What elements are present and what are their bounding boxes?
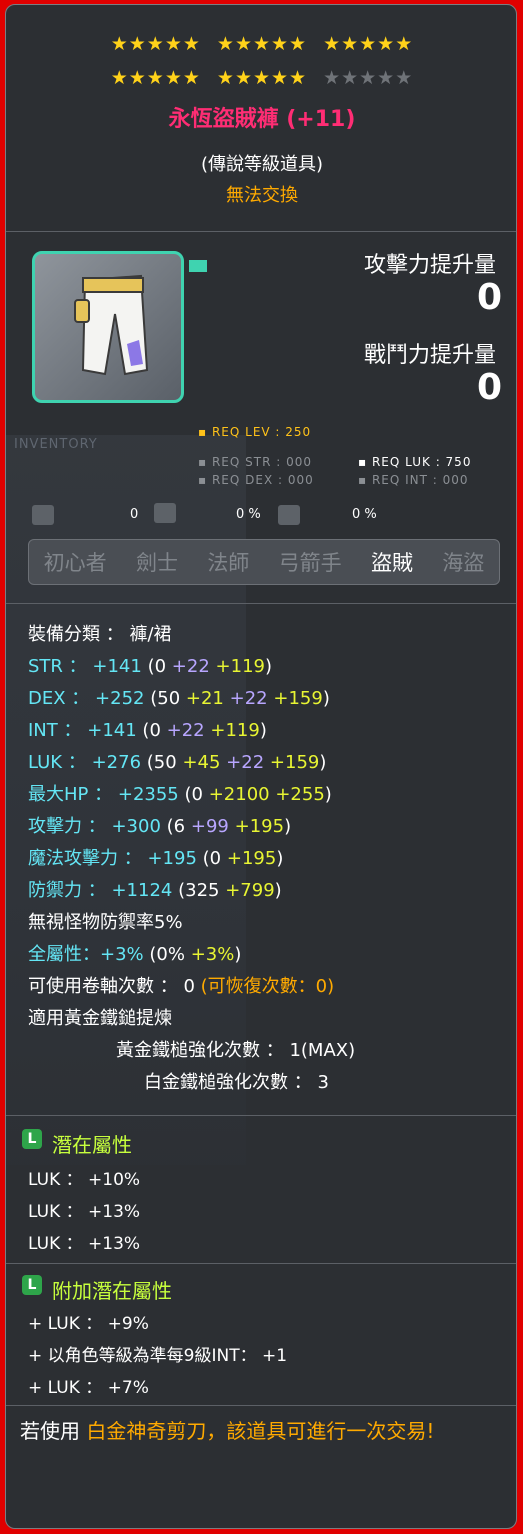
item-icon-frame — [32, 251, 184, 403]
job-requirements: 初心者 劍士 法師 弓箭手 盜賊 海盜 — [28, 539, 500, 585]
star-icon: ★★★★★ — [323, 33, 414, 55]
additional-potential-title: 附加潛在屬性 — [52, 1279, 172, 1303]
small-stat-2: 0 % — [236, 507, 261, 522]
star-icon: ★★★★★ — [110, 33, 201, 55]
star-icon: ★★★★★ — [216, 67, 308, 89]
job-bowman: 弓箭手 — [278, 551, 342, 575]
attack-increase-label: 攻擊力提升量 — [363, 253, 496, 278]
potential-line: LUK ： +13% — [28, 1234, 141, 1254]
pants-icon — [74, 274, 149, 376]
divider — [6, 1405, 516, 1406]
power-increase-label: 戰鬥力提升量 — [363, 343, 496, 368]
req-level: ▪ REQ LEV : 250 — [198, 425, 312, 439]
equip-category: 裝備分類 ： 褲/裙 — [28, 624, 172, 645]
power-increase-value: 0 — [476, 367, 502, 408]
item-grade: (傳說等級道具) — [200, 154, 324, 175]
req-dex: ▪ REQ DEX : 000 — [198, 473, 314, 487]
star-force-row-1: ★★★★★ ★★★★★ ★★★★★ — [6, 33, 516, 55]
background-inventory-label: INVENTORY — [14, 437, 98, 452]
stat-luk: LUK ： +276 (50 +45 +22 +159) — [28, 752, 327, 773]
shield-icon — [278, 505, 300, 525]
job-pirate: 海盜 — [442, 551, 485, 575]
platinum-hammer-count: 白金鐵槌強化次數 ： 3 — [144, 1072, 329, 1093]
gold-hammer-count: 黃金鐵槌強化次數 ： 1(MAX) — [116, 1040, 356, 1061]
divider — [6, 603, 516, 604]
additional-potential-line: + LUK ： +7% — [28, 1378, 149, 1398]
trade-status: 無法交換 — [226, 185, 298, 206]
stat-str: STR ： +141 (0 +22 +119) — [28, 656, 273, 677]
stat-ignore-defense: 無視怪物防禦率5% — [28, 912, 183, 933]
stat-attack: 攻擊力 ： +300 (6 +99 +195) — [28, 816, 292, 837]
star-force-row-2: ★★★★★ ★★★★★ ★★★★★ — [6, 67, 516, 89]
flag-icon — [189, 260, 207, 272]
divider — [6, 1263, 516, 1264]
job-thief: 盜賊 — [370, 551, 413, 575]
potential-title: 潛在屬性 — [52, 1133, 132, 1157]
req-str: ▪ REQ STR : 000 — [198, 455, 312, 469]
attack-increase-value: 0 — [476, 277, 502, 318]
stat-all-stat: 全屬性：+3% (0% +3%) — [28, 944, 242, 965]
hammer-info: 適用黃金鐵鎚提煉 — [28, 1008, 172, 1029]
item-name: 永恆盜賊褲 (+11) — [168, 107, 356, 132]
stat-dex: DEX ： +252 (50 +21 +22 +159) — [28, 688, 330, 709]
stat-max-hp: 最大HP ： +2355 (0 +2100 +255) — [28, 784, 332, 805]
divider — [6, 231, 516, 232]
req-luk: ▪ REQ LUK : 750 — [358, 455, 472, 469]
stat-magic-attack: 魔法攻擊力 ： +195 (0 +195) — [28, 848, 284, 869]
potential-line: LUK ： +10% — [28, 1170, 141, 1190]
stat-defense: 防禦力 ： +1124 (325 +799) — [28, 880, 282, 901]
empty-star-icon: ★★★★★ — [323, 67, 414, 89]
potential-line: LUK ： +13% — [28, 1202, 141, 1222]
req-int: ▪ REQ INT : 000 — [358, 473, 469, 487]
job-magician: 法師 — [207, 551, 250, 575]
scroll-slots: 可使用卷軸次數 ： 0 (可恢復次數：0) — [28, 976, 335, 997]
scissors-notice: 若使用 白金神奇剪刀，該道具可進行一次交易! — [20, 1419, 435, 1443]
star-icon: ★★★★★ — [110, 67, 201, 89]
legendary-grade-icon: L — [22, 1129, 42, 1149]
divider — [6, 1115, 516, 1116]
additional-potential-line: + LUK ： +9% — [28, 1314, 149, 1334]
job-beginner: 初心者 — [43, 551, 107, 575]
boss-icon — [154, 503, 176, 523]
scissors-icon — [32, 505, 54, 525]
legendary-grade-icon: L — [22, 1275, 42, 1295]
additional-potential-line: + 以角色等級為準每9級INT： +1 — [28, 1346, 288, 1366]
small-stat-3: 0 % — [352, 507, 377, 522]
star-icon: ★★★★★ — [216, 33, 308, 55]
job-warrior: 劍士 — [135, 551, 178, 575]
stat-int: INT ： +141 (0 +22 +119) — [28, 720, 267, 741]
small-stat-1: 0 — [130, 507, 139, 522]
item-tooltip: INVENTORY ★★★★★ ★★★★★ ★★★★★ ★★★★★ ★★★★★ ★★★★… — [5, 4, 517, 1529]
